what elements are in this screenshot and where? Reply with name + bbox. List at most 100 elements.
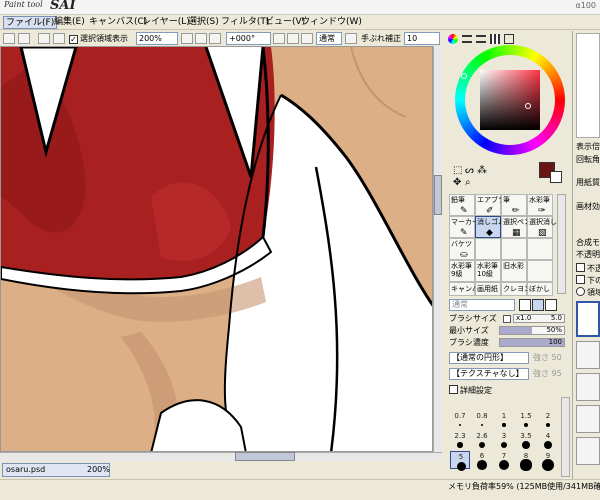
detail-settings-toggle[interactable]: 詳細設定 [449,385,492,396]
vertical-scroll-thumb[interactable] [434,175,442,215]
brush-size-slider[interactable]: x1.0 5.0 [513,314,565,323]
zoom-out-button[interactable] [181,33,193,44]
menu-file[interactable]: ファイル(F) [3,16,58,29]
tool-brush[interactable]: 筆 ✏ [501,194,527,216]
brush-shape-select[interactable]: 【通常の円形】 [449,352,529,364]
tool-pencil[interactable]: 鉛筆 ✎ [449,194,475,216]
layer-item[interactable] [576,405,600,433]
texture-select[interactable]: 【テクスチャなし】 [449,368,529,380]
lasso-icon[interactable]: ᔕ [465,165,474,176]
rotate-right-button[interactable] [287,33,299,44]
tool-watercolor-9[interactable]: 水彩筆9級 [449,260,475,282]
brush-size-preset[interactable]: 2.6 [472,431,492,449]
tool-watercolor-10[interactable]: 水彩筆10級 [475,260,501,282]
tool-canvas[interactable]: キャンバス [449,282,486,296]
tool-watercolor[interactable]: 水彩筆 ✑ [527,194,553,216]
tool-grid-scrollbar[interactable] [557,194,566,294]
brush-size-preset[interactable]: 2.3 [450,431,470,449]
clip-below-option[interactable]: 下の [576,275,600,286]
move-icon[interactable]: ✥ [453,177,461,188]
brush-size-preset[interactable]: 3 [494,431,514,449]
brush-blend-mode-select[interactable]: 通常 [449,299,515,311]
menu-select[interactable]: 選択(S) [186,16,221,29]
tool-old-watercolor[interactable]: 旧水彩 [501,260,527,282]
flip-button[interactable] [345,33,357,44]
brush-size-presets[interactable]: 0.7 0.8 1 1.5 2 2.3 2.6 3 3.5 4 5 6 7 8 9 [450,411,562,477]
saturation-value-square[interactable] [480,70,540,130]
invert-selection-button[interactable] [53,33,65,44]
menu-edit[interactable]: 編集(E) [52,16,87,29]
tool-marker[interactable]: マーカー ✎ [449,216,479,238]
brush-size-preset[interactable]: 3.5 [516,431,536,449]
brush-dot-icon [545,422,551,428]
show-selection-toggle[interactable]: ✓ 選択領域表示 [69,33,128,44]
tool-eraser[interactable]: 消しゴム ◆ [475,216,505,238]
tool-empty-2[interactable] [501,238,527,260]
brush-size-preset[interactable]: 9 [538,451,558,471]
brush-size-preset[interactable]: 1 [494,411,514,429]
navigator-preview[interactable] [576,33,600,138]
background-color-swatch[interactable] [550,171,562,183]
layer-item[interactable] [576,341,600,369]
tool-crayon[interactable]: クレヨン [501,282,531,296]
selection-source-option[interactable]: 領域 [576,287,600,298]
zoom-in-button[interactable] [195,33,207,44]
stabilizer-select[interactable]: 10 [404,32,440,45]
brush-size-preset[interactable]: 1.5 [516,411,536,429]
swatches-tab-icon[interactable] [490,34,500,44]
hsv-slider-tab-icon[interactable] [476,35,486,43]
tool-bucket[interactable]: バケツ ⛀ [449,238,475,260]
min-size-slider[interactable]: 50% [499,326,565,335]
brush-size-preset[interactable]: 0.7 [450,411,470,429]
rotate-reset-button[interactable] [301,33,313,44]
layer-item[interactable] [576,373,600,401]
tool-blur[interactable]: ぼかし [527,282,553,296]
layer-item-selected[interactable] [576,301,600,337]
brush-size-preset[interactable]: 6 [472,451,492,470]
rect-select-icon[interactable]: ⬚ [453,165,462,176]
zoom-select[interactable]: 200% [136,32,178,45]
zoom-reset-button[interactable] [209,33,221,44]
redo-button[interactable] [18,33,30,44]
deselect-button[interactable] [38,33,50,44]
tool-empty-4[interactable] [527,260,553,282]
brush-size-preset[interactable]: 5 [450,451,470,471]
brush-size-preset[interactable]: 0.8 [472,411,492,429]
color-wheel[interactable] [455,45,565,155]
menu-window[interactable]: ウィンドウ(W) [299,16,364,29]
tool-empty-3[interactable] [527,238,553,260]
brush-shape-flat-icon[interactable] [519,299,531,311]
color-wheel-tab-icon[interactable] [448,34,458,44]
rotation-select[interactable]: +000° [226,32,271,45]
density-slider[interactable]: 100 [499,338,565,347]
document-tab[interactable]: osaru.psd 200% [2,463,110,477]
undo-button[interactable] [3,33,15,44]
brush-shape-round-icon[interactable] [532,299,544,311]
tool-drawing-paper[interactable]: 画用紙 [475,282,501,296]
brush-shape-pointed-icon[interactable] [545,299,557,311]
detail-checkbox-icon [449,385,458,394]
rotate-left-button[interactable] [273,33,285,44]
tool-airbrush[interactable]: エアブラシ ✐ [475,194,512,216]
rgb-slider-tab-icon[interactable] [462,35,472,43]
layer-item[interactable] [576,437,600,465]
brush-size-preset[interactable]: 8 [516,451,536,471]
brush-size-preset[interactable]: 2 [538,411,558,429]
preserve-opacity-option[interactable]: 不透 [576,263,600,274]
tool-select-eraser[interactable]: 選択消し ▧ [527,216,557,238]
menu-layer[interactable]: レイヤー(L) [140,16,192,29]
horizontal-scroll-thumb[interactable] [235,452,295,461]
magic-wand-icon[interactable]: ⁂ [477,165,487,176]
zoom-icon[interactable]: ⌕ [465,177,471,188]
blend-mode-select[interactable]: 通常 [316,32,342,45]
tool-empty-1[interactable] [475,238,501,260]
brush-size-preset[interactable]: 4 [538,431,558,450]
tool-select-pen[interactable]: 選択ペン ▦ [501,216,531,238]
size-lock-checkbox[interactable] [503,315,511,323]
canvas[interactable] [0,46,433,452]
vertical-scrollbar[interactable] [433,46,442,452]
scratchpad-tab-icon[interactable] [504,34,514,44]
brush-size-preset[interactable]: 7 [494,451,514,471]
brush-size-scrollbar[interactable] [561,397,570,477]
horizontal-scrollbar[interactable] [0,452,442,461]
